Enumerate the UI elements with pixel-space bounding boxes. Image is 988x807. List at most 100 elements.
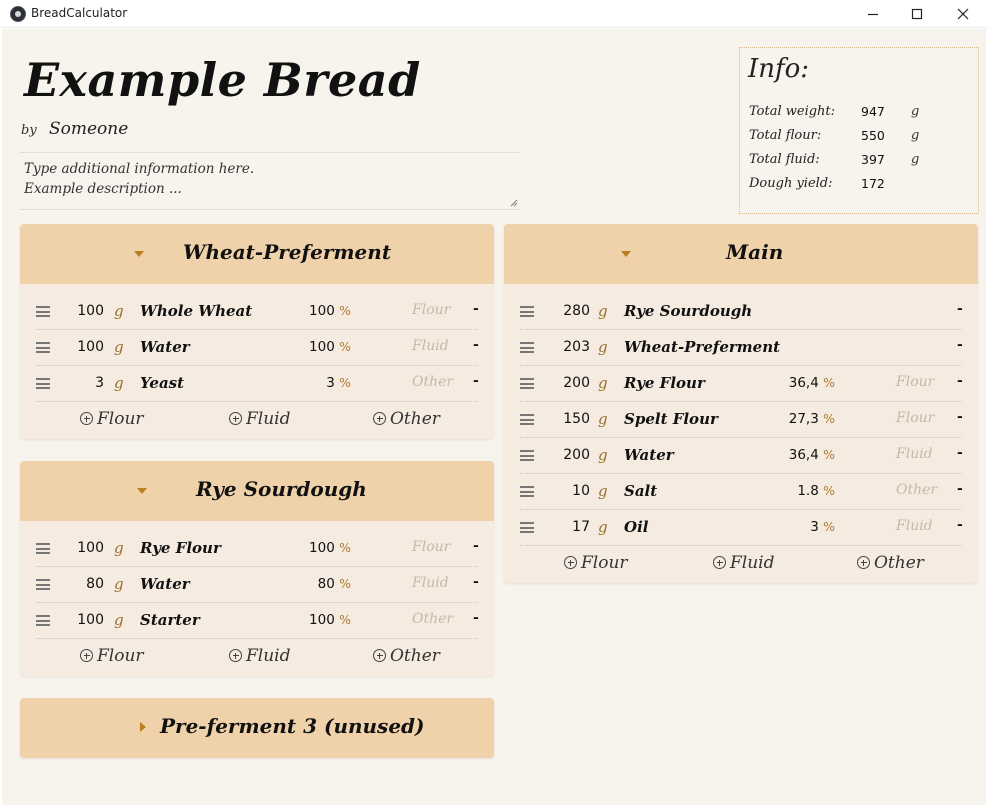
amount-input[interactable]: 10	[538, 483, 590, 499]
collapse-caret-icon[interactable]	[134, 251, 144, 257]
amount-input[interactable]: 17	[538, 519, 590, 535]
description-textarea[interactable]: Type additional information here. Exampl…	[20, 152, 520, 210]
ingredient-kind: Other	[412, 374, 454, 390]
resize-grip-icon[interactable]	[510, 199, 518, 207]
delete-row-button[interactable]: -	[473, 337, 479, 353]
add-other-button[interactable]: Other	[857, 553, 924, 573]
gram-unit: g	[598, 446, 608, 464]
drag-handle-icon[interactable]	[520, 522, 534, 533]
delete-row-button[interactable]: -	[473, 574, 479, 590]
drag-handle-icon[interactable]	[520, 378, 534, 389]
delete-row-button[interactable]: -	[473, 301, 479, 317]
panel-header[interactable]: Rye Sourdough	[20, 461, 494, 521]
maximize-button[interactable]	[894, 0, 940, 28]
panel-wheat-preferment: Wheat-Preferment 100 g Whole Wheat 100 %…	[20, 224, 494, 439]
add-flour-button[interactable]: Flour	[80, 646, 144, 666]
add-flour-button[interactable]: Flour	[564, 553, 628, 573]
delete-row-button[interactable]: -	[957, 481, 963, 497]
collapse-caret-icon[interactable]	[137, 488, 147, 494]
drag-handle-icon[interactable]	[520, 342, 534, 353]
amount-input[interactable]: 200	[538, 447, 590, 463]
ingredient-name[interactable]: Starter	[140, 611, 200, 629]
percent-number: 100	[309, 339, 335, 355]
author-field[interactable]: Someone	[49, 119, 128, 139]
add-icon	[229, 412, 242, 425]
drag-handle-icon[interactable]	[36, 306, 50, 317]
delete-row-button[interactable]: -	[473, 538, 479, 554]
amount-input[interactable]: 150	[538, 411, 590, 427]
panel-header[interactable]: Main	[504, 224, 978, 284]
percent-number: 3	[810, 519, 819, 535]
amount-input[interactable]: 200	[538, 375, 590, 391]
amount-input[interactable]: 280	[538, 303, 590, 319]
percent-value: 100 %	[291, 612, 351, 628]
info-label: Dough yield:	[749, 176, 833, 191]
delete-row-button[interactable]: -	[473, 373, 479, 389]
ingredient-name[interactable]: Water	[140, 575, 190, 593]
ingredient-name[interactable]: Rye Flour	[624, 374, 705, 392]
add-fluid-button[interactable]: Fluid	[229, 646, 291, 666]
drag-handle-icon[interactable]	[520, 306, 534, 317]
amount-input[interactable]: 100	[52, 540, 104, 556]
ingredient-name[interactable]: Rye Sourdough	[624, 302, 752, 320]
amount-input[interactable]: 3	[52, 375, 104, 391]
add-fluid-button[interactable]: Fluid	[713, 553, 775, 573]
add-fluid-button[interactable]: Fluid	[229, 409, 291, 429]
amount-input[interactable]: 203	[538, 339, 590, 355]
ingredient-name[interactable]: Rye Flour	[140, 539, 221, 557]
gram-unit: g	[114, 374, 124, 392]
recipe-title[interactable]: Example Bread	[24, 53, 421, 107]
delete-row-button[interactable]: -	[957, 445, 963, 461]
minimize-button[interactable]	[850, 0, 896, 28]
drag-handle-icon[interactable]	[520, 486, 534, 497]
add-other-button[interactable]: Other	[373, 646, 440, 666]
percent-sign: %	[339, 339, 351, 354]
add-icon	[80, 649, 93, 662]
delete-row-button[interactable]: -	[957, 337, 963, 353]
ingredient-name[interactable]: Oil	[624, 518, 648, 536]
ingredient-name[interactable]: Water	[624, 446, 674, 464]
gram-unit: g	[598, 410, 608, 428]
delete-row-button[interactable]: -	[957, 301, 963, 317]
drag-handle-icon[interactable]	[36, 615, 50, 626]
delete-row-button[interactable]: -	[473, 610, 479, 626]
ingredient-kind: Flour	[412, 539, 451, 555]
amount-input[interactable]: 100	[52, 612, 104, 628]
delete-row-button[interactable]: -	[957, 409, 963, 425]
drag-handle-icon[interactable]	[520, 450, 534, 461]
ingredient-kind: Other	[412, 611, 454, 627]
drag-handle-icon[interactable]	[36, 543, 50, 554]
info-unit: g	[911, 128, 920, 143]
ingredient-name[interactable]: Whole Wheat	[140, 302, 252, 320]
collapse-caret-icon[interactable]	[621, 251, 631, 257]
drag-handle-icon[interactable]	[36, 342, 50, 353]
drag-handle-icon[interactable]	[36, 579, 50, 590]
panel-header[interactable]: Wheat-Preferment	[20, 224, 494, 284]
delete-row-button[interactable]: -	[957, 517, 963, 533]
add-other-button[interactable]: Other	[373, 409, 440, 429]
app-body: Example Bread by Someone Type additional…	[2, 29, 986, 805]
add-icon	[857, 556, 870, 569]
ingredient-name[interactable]: Spelt Flour	[624, 410, 718, 428]
amount-input[interactable]: 80	[52, 576, 104, 592]
amount-input[interactable]: 100	[52, 303, 104, 319]
ingredient-row: 280 g Rye Sourdough -	[520, 294, 963, 330]
ingredient-row: 100 g Whole Wheat 100 % Flour -	[36, 294, 479, 330]
ingredient-name[interactable]: Yeast	[140, 374, 184, 392]
maximize-icon	[911, 8, 923, 20]
panel-header[interactable]: Pre-ferment 3 (unused)	[20, 698, 494, 758]
percent-value: 36,4 %	[775, 375, 835, 391]
delete-row-button[interactable]: -	[957, 373, 963, 389]
ingredient-name[interactable]: Salt	[624, 482, 657, 500]
drag-handle-icon[interactable]	[36, 378, 50, 389]
gram-unit: g	[114, 338, 124, 356]
percent-number: 27,3	[788, 411, 819, 427]
ingredient-name[interactable]: Wheat-Preferment	[624, 338, 780, 356]
percent-number: 36,4	[788, 447, 819, 463]
drag-handle-icon[interactable]	[520, 414, 534, 425]
amount-input[interactable]: 100	[52, 339, 104, 355]
ingredient-name[interactable]: Water	[140, 338, 190, 356]
add-flour-button[interactable]: Flour	[80, 409, 144, 429]
close-button[interactable]	[940, 0, 986, 28]
expand-caret-icon[interactable]	[140, 722, 146, 732]
